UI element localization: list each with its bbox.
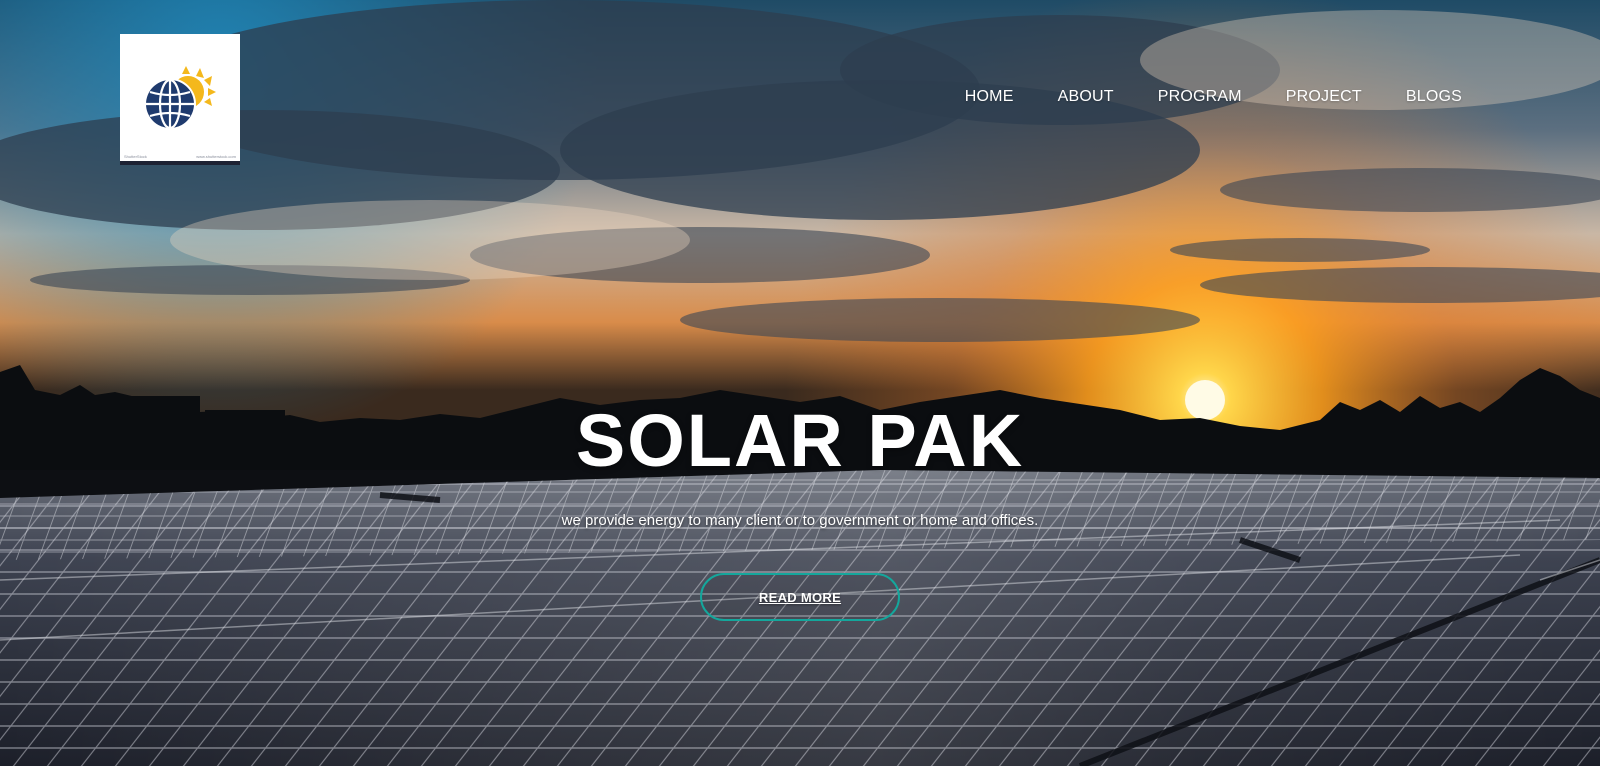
hero-section: ShutterStock www.shutterstock.com HOME A… bbox=[0, 0, 1600, 766]
nav-item-program[interactable]: PROGRAM bbox=[1158, 88, 1242, 106]
read-more-button[interactable]: READ MORE bbox=[700, 573, 900, 621]
nav-item-project[interactable]: PROJECT bbox=[1286, 88, 1362, 106]
hero-subtitle: we provide energy to many client or to g… bbox=[561, 512, 1039, 529]
logo[interactable]: ShutterStock www.shutterstock.com bbox=[120, 34, 240, 165]
logo-watermark: ShutterStock www.shutterstock.com bbox=[124, 154, 236, 159]
hero-background-image bbox=[0, 0, 1600, 766]
nav-item-blogs[interactable]: BLOGS bbox=[1406, 88, 1462, 106]
hero-title: SOLAR PAK bbox=[575, 399, 1025, 482]
nav-item-about[interactable]: ABOUT bbox=[1058, 88, 1114, 106]
main-nav: HOME ABOUT PROGRAM PROJECT BLOGS bbox=[921, 88, 1462, 106]
globe-sun-icon bbox=[144, 66, 216, 130]
logo-footer-left: ShutterStock bbox=[124, 154, 147, 159]
nav-item-home[interactable]: HOME bbox=[965, 88, 1014, 106]
logo-footer-right: www.shutterstock.com bbox=[196, 154, 236, 159]
